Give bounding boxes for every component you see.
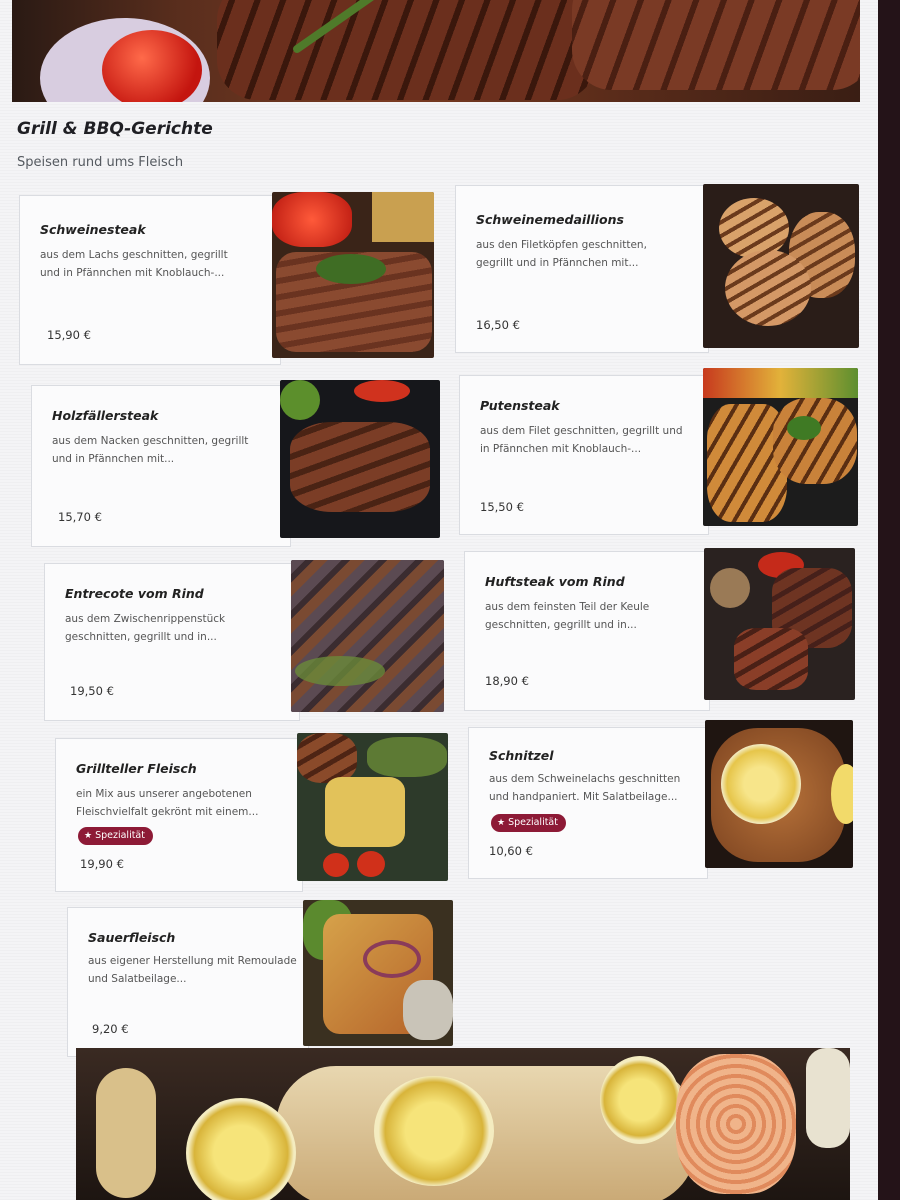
dish-price: 10,60 € bbox=[489, 844, 533, 858]
dish-price: 18,90 € bbox=[485, 674, 529, 688]
dish-description: aus dem feinsten Teil der Keule geschnit… bbox=[485, 601, 650, 631]
dish-card-schweinemedaillions[interactable]: Schweinemedaillions aus den Filetköpfen … bbox=[455, 185, 709, 353]
dish-card-sauerfleisch[interactable]: Sauerfleisch aus eigener Herstellung mit… bbox=[67, 907, 309, 1057]
pork-steak-photo[interactable] bbox=[272, 192, 434, 358]
sauerfleisch-photo[interactable] bbox=[303, 900, 453, 1046]
seafood-hero-image bbox=[76, 1048, 850, 1200]
dish-name: Schweinesteak bbox=[40, 222, 146, 237]
dish-price: 19,90 € bbox=[80, 857, 124, 871]
special-badge: ★ Spezialität bbox=[78, 827, 153, 845]
badge-label: Spezialität bbox=[95, 830, 145, 841]
dish-card-schnitzel[interactable]: Schnitzel aus dem Schweinelachs geschnit… bbox=[468, 727, 708, 879]
dish-price: 15,70 € bbox=[58, 510, 102, 524]
dish-name: Entrecote vom Rind bbox=[65, 586, 204, 601]
dish-name: Sauerfleisch bbox=[88, 930, 176, 945]
dish-name: Putensteak bbox=[480, 398, 560, 413]
dish-description: aus eigener Herstellung mit Remoulade un… bbox=[88, 955, 297, 985]
dish-card-entrecote[interactable]: Entrecote vom Rind aus dem Zwischenrippe… bbox=[44, 563, 300, 721]
schnitzel-photo[interactable] bbox=[705, 720, 853, 868]
dish-price: 15,90 € bbox=[47, 328, 91, 342]
dish-card-grillteller[interactable]: Grillteller Fleisch ein Mix aus unserer … bbox=[55, 738, 303, 892]
dish-name: Holzfällersteak bbox=[52, 408, 159, 423]
rump-steak-photo[interactable] bbox=[704, 548, 855, 700]
section-subtitle: Speisen rund ums Fleisch bbox=[17, 155, 184, 170]
dish-name: Huftsteak vom Rind bbox=[485, 574, 625, 589]
lumberjack-steak-photo[interactable] bbox=[280, 380, 440, 538]
dish-card-huftsteak[interactable]: Huftsteak vom Rind aus dem feinsten Teil… bbox=[464, 551, 710, 711]
dish-price: 9,20 € bbox=[92, 1022, 129, 1036]
entrecote-photo[interactable] bbox=[291, 560, 444, 712]
dish-card-putensteak[interactable]: Putensteak aus dem Filet geschnitten, ge… bbox=[459, 375, 709, 535]
dish-card-holzfaellersteak[interactable]: Holzfällersteak aus dem Nacken geschnitt… bbox=[31, 385, 291, 547]
grill-hero-image bbox=[12, 0, 860, 102]
badge-label: Spezialität bbox=[508, 817, 558, 828]
dish-name: Schweinemedaillions bbox=[476, 212, 624, 227]
dish-description: aus dem Schweinelachs geschnitten und ha… bbox=[489, 773, 681, 803]
turkey-steak-photo[interactable] bbox=[703, 368, 858, 526]
dish-description: aus den Filetköpfen geschnitten, gegrill… bbox=[476, 239, 647, 269]
dish-name: Schnitzel bbox=[489, 748, 554, 763]
dish-price: 15,50 € bbox=[480, 500, 524, 514]
dish-price: 19,50 € bbox=[70, 684, 114, 698]
section-title: Grill & BBQ-Gerichte bbox=[17, 119, 213, 139]
pork-medallions-photo[interactable] bbox=[703, 184, 859, 348]
grill-plate-photo[interactable] bbox=[297, 733, 448, 881]
dish-description: aus dem Filet geschnitten, gegrillt und … bbox=[480, 425, 683, 455]
star-icon: ★ bbox=[84, 831, 93, 841]
dish-price: 16,50 € bbox=[476, 318, 520, 332]
star-icon: ★ bbox=[497, 818, 506, 828]
dish-description: aus dem Lachs geschnitten, gegrillt und … bbox=[40, 249, 228, 279]
dish-name: Grillteller Fleisch bbox=[76, 761, 197, 776]
dish-description: ein Mix aus unserer angebotenen Fleischv… bbox=[76, 788, 259, 818]
menu-page: Grill & BBQ-Gerichte Speisen rund ums Fl… bbox=[0, 0, 878, 1200]
dish-description: aus dem Nacken geschnitten, gegrillt und… bbox=[52, 435, 249, 465]
dish-card-schweinesteak[interactable]: Schweinesteak aus dem Lachs geschnitten,… bbox=[19, 195, 281, 365]
dish-description: aus dem Zwischenrippenstück geschnitten,… bbox=[65, 613, 226, 643]
special-badge: ★ Spezialität bbox=[491, 814, 566, 832]
